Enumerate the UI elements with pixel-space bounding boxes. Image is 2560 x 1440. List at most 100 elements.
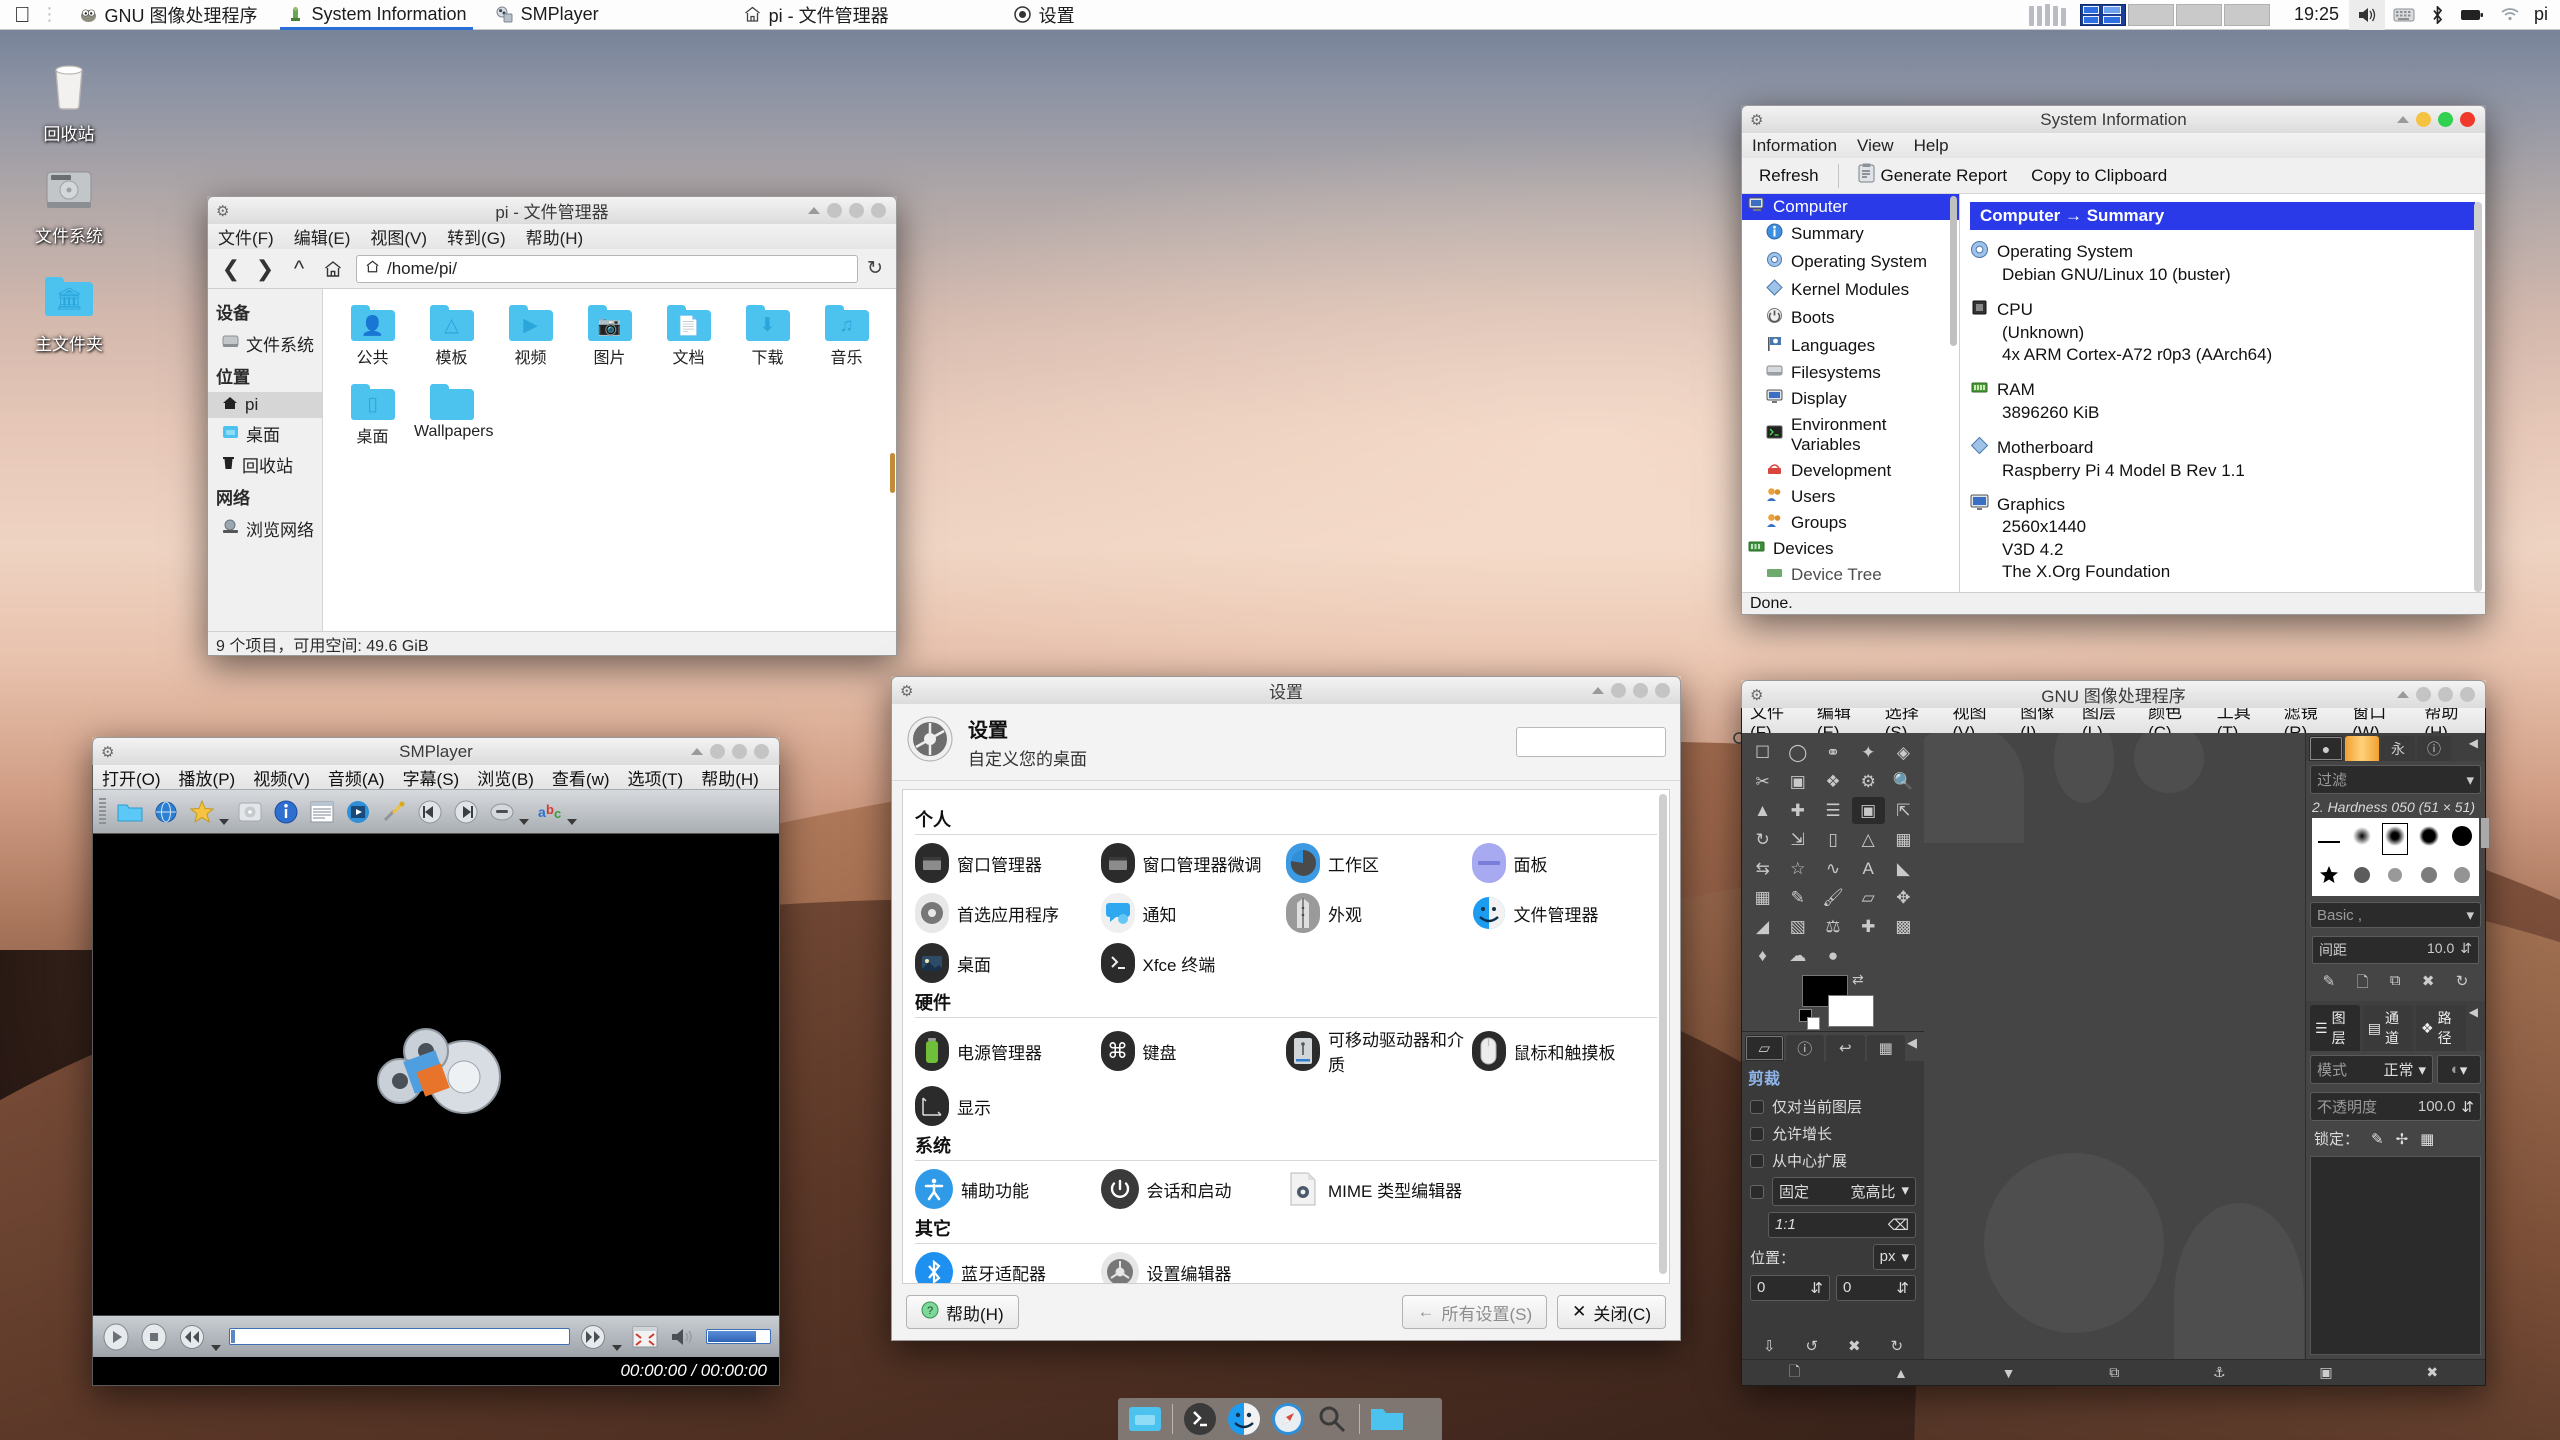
task-smplayer[interactable]: SMPlayer — [481, 0, 613, 30]
brush-line[interactable] — [2318, 828, 2340, 850]
settings-window[interactable]: ⚙ 设置 设置 自定义您的桌面 — [891, 676, 1681, 1341]
delete-brush-icon[interactable]: ✖ — [2422, 972, 2435, 997]
setting-window-manager-tweaks[interactable]: 窗口管理器微调 — [1101, 843, 1287, 883]
file-item[interactable]: ♫ 音乐 — [809, 305, 884, 368]
images-tab-icon[interactable]: ▦ — [1867, 1035, 1906, 1061]
menu-go[interactable]: 转到(G) — [437, 224, 516, 249]
dock-item-file-manager[interactable] — [1128, 1402, 1162, 1436]
option-allow-growing[interactable]: 允许增长 — [1742, 1120, 1924, 1147]
setting-notifications[interactable]: 通知 — [1101, 893, 1287, 933]
brush-texture-4[interactable] — [2452, 865, 2472, 891]
open-url-icon[interactable] — [151, 797, 181, 827]
anchor-layer-icon[interactable]: ⚓ — [2213, 1364, 2226, 1381]
tree-node-development[interactable]: Development — [1742, 458, 1959, 484]
menu-information[interactable]: Information — [1742, 136, 1847, 156]
tree-node-display[interactable]: Display — [1742, 386, 1959, 412]
smudge-tool-icon[interactable]: ☁ — [1781, 942, 1814, 969]
desktop-icon-trash[interactable]: 回收站 — [14, 58, 124, 145]
opacity-slider[interactable]: 不透明度 100.0 ⇵ — [2310, 1092, 2481, 1121]
setting-keyboard[interactable]: ⌘ 键盘 — [1101, 1026, 1287, 1076]
fixed-dropdown[interactable]: 固定 宽高比 ▾ — [1772, 1177, 1916, 1206]
volume-slider[interactable] — [706, 1329, 771, 1344]
gear-icon[interactable]: ⚙ — [101, 743, 114, 761]
detail-scrollbar[interactable] — [2474, 202, 2482, 592]
brush-grid-scrollbar[interactable] — [2481, 818, 2489, 848]
warp-transform-tool-icon[interactable]: ∿ — [1816, 855, 1849, 882]
file-item[interactable]: 📄 文档 — [651, 305, 726, 368]
setting-mouse-touchpad[interactable]: 鼠标和触摸板 — [1472, 1026, 1658, 1076]
chevron-down-icon[interactable]: ▾ — [2460, 1061, 2468, 1079]
previous-icon[interactable] — [415, 797, 445, 827]
close-button[interactable]: ✕ 关闭(C) — [1557, 1295, 1666, 1329]
file-manager-menubar[interactable]: 文件(F) 编辑(E) 视图(V) 转到(G) 帮助(H) — [207, 224, 897, 249]
stepper-icon[interactable]: ⇵ — [1810, 1279, 1823, 1297]
cage-transform-tool-icon[interactable]: ☆ — [1781, 855, 1814, 882]
brush-texture-2[interactable] — [2385, 865, 2405, 891]
layers-list[interactable] — [2310, 1156, 2481, 1355]
username-label[interactable]: pi — [2534, 4, 2548, 25]
shade-icon[interactable] — [691, 748, 703, 755]
airbrush-tool-icon[interactable]: ✥ — [1887, 884, 1920, 911]
brush-hardness-100[interactable] — [2451, 825, 2473, 853]
close-button[interactable] — [2460, 687, 2475, 702]
file-item[interactable]: ▯ 桌面 — [335, 384, 410, 447]
maximize-button[interactable] — [2438, 687, 2453, 702]
gradients-tab-icon[interactable] — [2345, 736, 2379, 761]
sysinfo-menubar[interactable]: Information View Help — [1741, 133, 2486, 158]
task-settings[interactable]: 设置 — [999, 0, 1089, 30]
close-button[interactable] — [1655, 683, 1670, 698]
up-icon[interactable]: ^ — [284, 254, 314, 284]
brush-set-dropdown[interactable]: Basic , ▾ — [2310, 902, 2481, 928]
file-list-scrollbar[interactable] — [889, 289, 896, 631]
setting-xfce-terminal[interactable]: Xfce 终端 — [1101, 943, 1287, 983]
gradient-tool-icon[interactable]: ▦ — [1746, 884, 1779, 911]
edit-brush-icon[interactable]: ✎ — [2323, 972, 2336, 997]
workspace-switcher[interactable] — [2080, 4, 2270, 26]
restore-tool-preset-icon[interactable]: ↺ — [1805, 1337, 1818, 1355]
menu-view[interactable]: 查看(w) — [543, 765, 619, 790]
setting-window-manager[interactable]: 窗口管理器 — [915, 843, 1101, 883]
spacing-slider[interactable]: 间距 10.0 ⇵ — [2312, 936, 2479, 964]
file-list[interactable]: 👤 公共 △ 模板 ▶ 视频 📷 图片 📄 文档 — [323, 289, 896, 631]
stepper-icon[interactable]: ⇵ — [2461, 1098, 2474, 1116]
move-tool-icon[interactable]: ✚ — [1781, 797, 1814, 824]
stepper-icon[interactable]: ⇵ — [2460, 940, 2472, 960]
fullscreen-icon[interactable] — [630, 1322, 660, 1352]
tree-node-devices[interactable]: Devices — [1742, 536, 1959, 562]
tree-node-operating-system[interactable]: Operating System — [1742, 248, 1959, 276]
tree-node-languages[interactable]: Languages — [1742, 332, 1959, 360]
forward-dropdown-icon[interactable] — [612, 1345, 622, 1351]
duplicate-brush-icon[interactable]: ⧉ — [2390, 972, 2401, 997]
lock-pixels-icon[interactable]: ✎ — [2371, 1130, 2384, 1148]
select-by-color-tool-icon[interactable]: ◈ — [1887, 739, 1920, 766]
brush-filter-input[interactable]: 过滤 ▾ — [2310, 765, 2481, 794]
shear-tool-icon[interactable]: ▯ — [1816, 826, 1849, 853]
rotate-tool-icon[interactable]: ↻ — [1746, 826, 1779, 853]
setting-panel[interactable]: 面板 — [1472, 843, 1658, 883]
scale-tool-icon[interactable]: ⇲ — [1781, 826, 1814, 853]
menu-subtitles[interactable]: 字幕(S) — [394, 765, 469, 790]
help-button[interactable]: ? 帮助(H) — [906, 1295, 1019, 1329]
setting-preferred-apps[interactable]: 首选应用程序 — [915, 893, 1101, 933]
delete-tool-preset-icon[interactable]: ✖ — [1848, 1337, 1861, 1355]
eraser-tool-icon[interactable]: ▱ — [1852, 884, 1885, 911]
stepper-icon[interactable]: ⇵ — [1896, 1279, 1909, 1297]
play-icon[interactable] — [101, 1322, 131, 1352]
mute-icon[interactable] — [668, 1322, 698, 1352]
reset-tool-options-icon[interactable]: ↻ — [1890, 1337, 1903, 1355]
tab-menu-arrow-icon[interactable]: ◀ — [1907, 1035, 1921, 1061]
setting-accessibility[interactable]: 辅助功能 — [915, 1169, 1101, 1209]
paths-tool-icon[interactable]: ❖ — [1816, 768, 1849, 795]
menu-open[interactable]: 打开(O) — [93, 765, 170, 790]
signal-graph-icon[interactable] — [2023, 4, 2072, 26]
brush-hardness-075[interactable] — [2418, 825, 2440, 853]
shade-icon[interactable] — [2397, 116, 2409, 123]
all-settings-button[interactable]: ← 所有设置(S) — [1402, 1295, 1547, 1329]
tree-node-computer[interactable]: Computer — [1742, 194, 1959, 220]
delete-layer-icon[interactable]: ✖ — [2426, 1364, 2438, 1381]
workspace-1[interactable] — [2080, 4, 2126, 26]
setting-appearance[interactable]: 外观 — [1286, 893, 1472, 933]
menu-video[interactable]: 视频(V) — [244, 765, 319, 790]
text-tool-icon[interactable]: A — [1852, 855, 1885, 882]
file-item[interactable]: ⬇ 下载 — [730, 305, 805, 368]
